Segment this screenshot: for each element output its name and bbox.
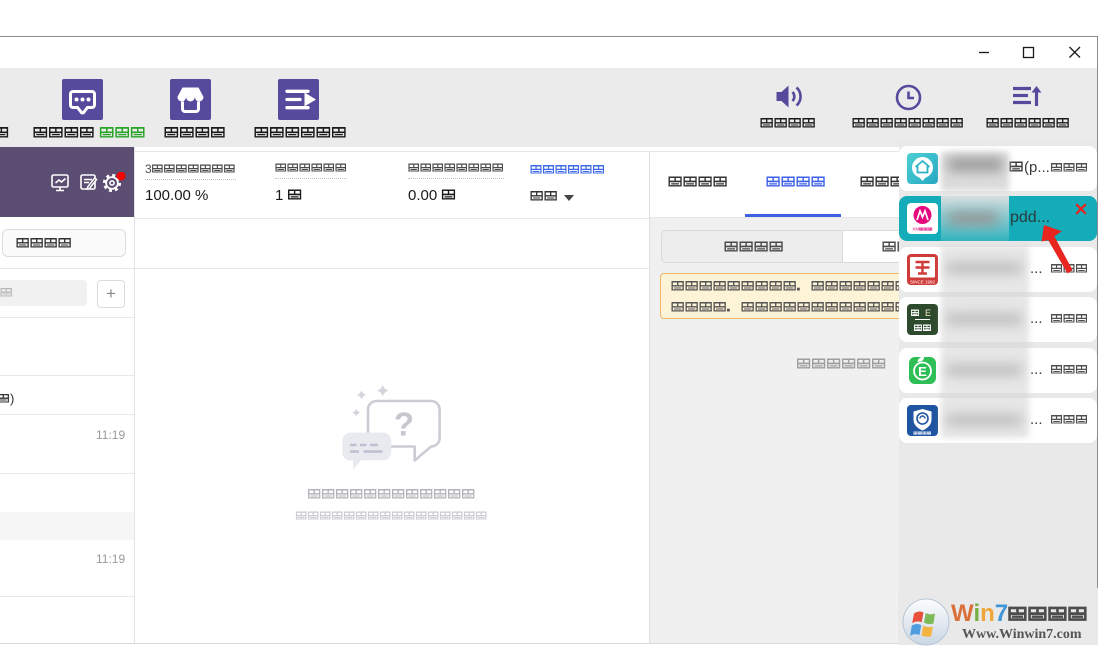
svg-text:小: 小 <box>910 309 919 318</box>
svg-text:都市安全: 都市安全 <box>914 431 932 436</box>
svg-text:E: E <box>918 365 927 378</box>
svg-text:XM家交换: XM家交换 <box>912 227 932 232</box>
svg-text:必选: 必选 <box>913 324 931 333</box>
svg-text:SINCE 1992: SINCE 1992 <box>910 280 936 285</box>
svg-text:E: E <box>925 309 931 318</box>
svg-text:?: ? <box>394 406 414 443</box>
